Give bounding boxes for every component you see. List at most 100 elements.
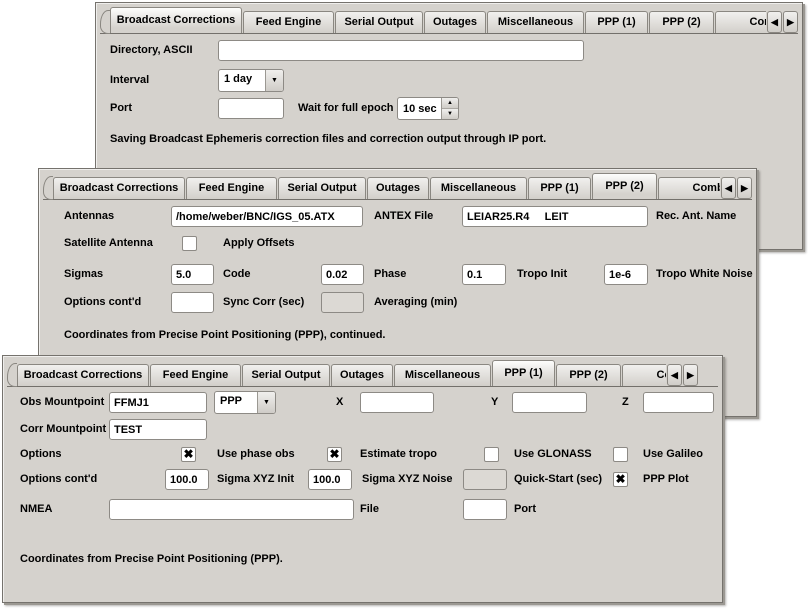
sync-corr-input[interactable] [171,292,214,313]
tab-scroll-right-button[interactable]: ▶ [783,11,798,33]
corr-mountpoint-input[interactable] [109,419,207,440]
sigma-xyz-init-label: Sigma XYZ Init [217,469,294,490]
tab-bar: Broadcast Corrections Feed Engine Serial… [7,359,718,387]
dropdown-button[interactable]: ▼ [265,70,283,91]
tab-miscellaneous[interactable]: Miscellaneous [487,11,584,33]
sync-corr-label: Sync Corr (sec) [223,292,304,313]
port-label: Port [514,499,536,520]
chevron-down-icon: ▼ [271,77,278,84]
tab-ppp-2[interactable]: PPP (2) [556,364,621,386]
dropdown-button[interactable]: ▼ [257,392,275,413]
tab-scroll-left-button[interactable]: ◀ [721,177,736,199]
wait-epoch-value[interactable] [398,98,441,119]
tab-strip: Broadcast Corrections Feed Engine Serial… [53,172,720,199]
tab-ppp-2[interactable]: PPP (2) [649,11,714,33]
tab-combination[interactable]: Combin [715,11,766,33]
tab-serial-output[interactable]: Serial Output [242,364,330,386]
tab-feed-engine[interactable]: Feed Engine [186,177,277,199]
averaging-input [321,292,364,313]
estimate-tropo-label: Estimate tropo [360,444,437,465]
port-label: Port [110,98,132,119]
tab-broadcast-corrections[interactable]: Broadcast Corrections [53,177,185,199]
tab-base-curl [7,363,17,387]
spin-down-button[interactable]: ▼ [442,109,458,119]
right-arrow-icon: ▶ [741,183,748,194]
tab-base-curl [100,10,110,34]
spin-up-button[interactable]: ▲ [442,98,458,109]
directory-ascii-label: Directory, ASCII [110,40,193,61]
tab-outages[interactable]: Outages [424,11,486,33]
tab-combination[interactable]: Combin [658,177,720,199]
use-galileo-label: Use Galileo [643,444,703,465]
tab-miscellaneous[interactable]: Miscellaneous [394,364,491,386]
tab-feed-engine[interactable]: Feed Engine [150,364,241,386]
tab-ppp-1[interactable]: PPP (1) [585,11,648,33]
tab-scroll-left-button[interactable]: ◀ [667,364,682,386]
tab-scroll-right-button[interactable]: ▶ [683,364,698,386]
tab-scroll-right-button[interactable]: ▶ [737,177,752,199]
sigma-xyz-init-input[interactable] [165,469,209,490]
right-arrow-icon: ▶ [687,370,694,381]
nmea-port-input[interactable] [463,499,507,520]
wait-epoch-stepper[interactable]: ▲ ▼ [397,97,459,120]
antex-file-input[interactable] [171,206,363,227]
ppp-mode-selected-value: PPP [215,392,257,413]
use-glonass-checkbox[interactable] [484,447,499,462]
use-phase-obs-checkbox[interactable]: ✖ [181,447,196,462]
y-label: Y [491,392,498,413]
nmea-file-input[interactable] [109,499,354,520]
sigma-code-input[interactable] [171,264,214,285]
tropo-white-noise-label: Tropo White Noise [656,264,753,285]
tab-ppp-2[interactable]: PPP (2) [592,173,657,199]
tab-feed-engine[interactable]: Feed Engine [243,11,334,33]
desktop-canvas: Broadcast Corrections Feed Engine Serial… [0,0,808,613]
tab-base-curl [43,176,53,200]
options-contd-label: Options cont'd [20,469,97,490]
tropo-init-input[interactable] [462,264,506,285]
obs-mountpoint-input[interactable] [109,392,207,413]
tab-serial-output[interactable]: Serial Output [335,11,423,33]
code-label: Code [223,264,251,285]
estimate-tropo-checkbox[interactable]: ✖ [327,447,342,462]
sigma-phase-input[interactable] [321,264,364,285]
tab-ppp-1[interactable]: PPP (1) [492,360,555,386]
tab-bar: Broadcast Corrections Feed Engine Serial… [100,6,798,34]
tab-scroll-left-button[interactable]: ◀ [767,11,782,33]
tab-miscellaneous[interactable]: Miscellaneous [430,177,527,199]
tab-serial-output[interactable]: Serial Output [278,177,366,199]
ppp-mode-select[interactable]: PPP ▼ [214,391,276,414]
tab-broadcast-corrections[interactable]: Broadcast Corrections [110,7,242,33]
left-arrow-icon: ◀ [771,17,778,28]
tab-ppp-1[interactable]: PPP (1) [528,177,591,199]
tab-outages[interactable]: Outages [331,364,393,386]
wait-full-epoch-label: Wait for full epoch [298,98,394,119]
rec-ant-name-input[interactable] [462,206,648,227]
nmea-label: NMEA [20,499,52,520]
tab-broadcast-corrections[interactable]: Broadcast Corrections [17,364,149,386]
x-input[interactable] [360,392,434,413]
ppp-plot-checkbox[interactable]: ✖ [613,472,628,487]
apply-offsets-checkbox[interactable] [182,236,197,251]
tab-bar: Broadcast Corrections Feed Engine Serial… [43,172,752,200]
interval-select[interactable]: 1 day ▼ [218,69,284,92]
averaging-label: Averaging (min) [374,292,457,313]
antex-file-label: ANTEX File [374,206,433,227]
check-mark: ✖ [183,448,193,461]
file-label: File [360,499,379,520]
z-input[interactable] [643,392,714,413]
sigma-xyz-noise-input[interactable] [308,469,352,490]
port-input[interactable] [218,98,284,119]
spin-down-icon: ▼ [447,111,453,117]
tropo-init-label: Tropo Init [517,264,567,285]
stepper-buttons: ▲ ▼ [441,98,458,119]
options-label: Options [20,444,62,465]
use-galileo-checkbox[interactable] [613,447,628,462]
ppp-plot-label: PPP Plot [643,469,689,490]
tab-outages[interactable]: Outages [367,177,429,199]
tropo-white-noise-input[interactable] [604,264,648,285]
corr-mountpoint-label: Corr Mountpoint [20,419,106,440]
tab-combination[interactable]: Combin [622,364,666,386]
directory-input[interactable] [218,40,584,61]
rec-ant-name-label: Rec. Ant. Name [656,206,736,227]
y-input[interactable] [512,392,587,413]
